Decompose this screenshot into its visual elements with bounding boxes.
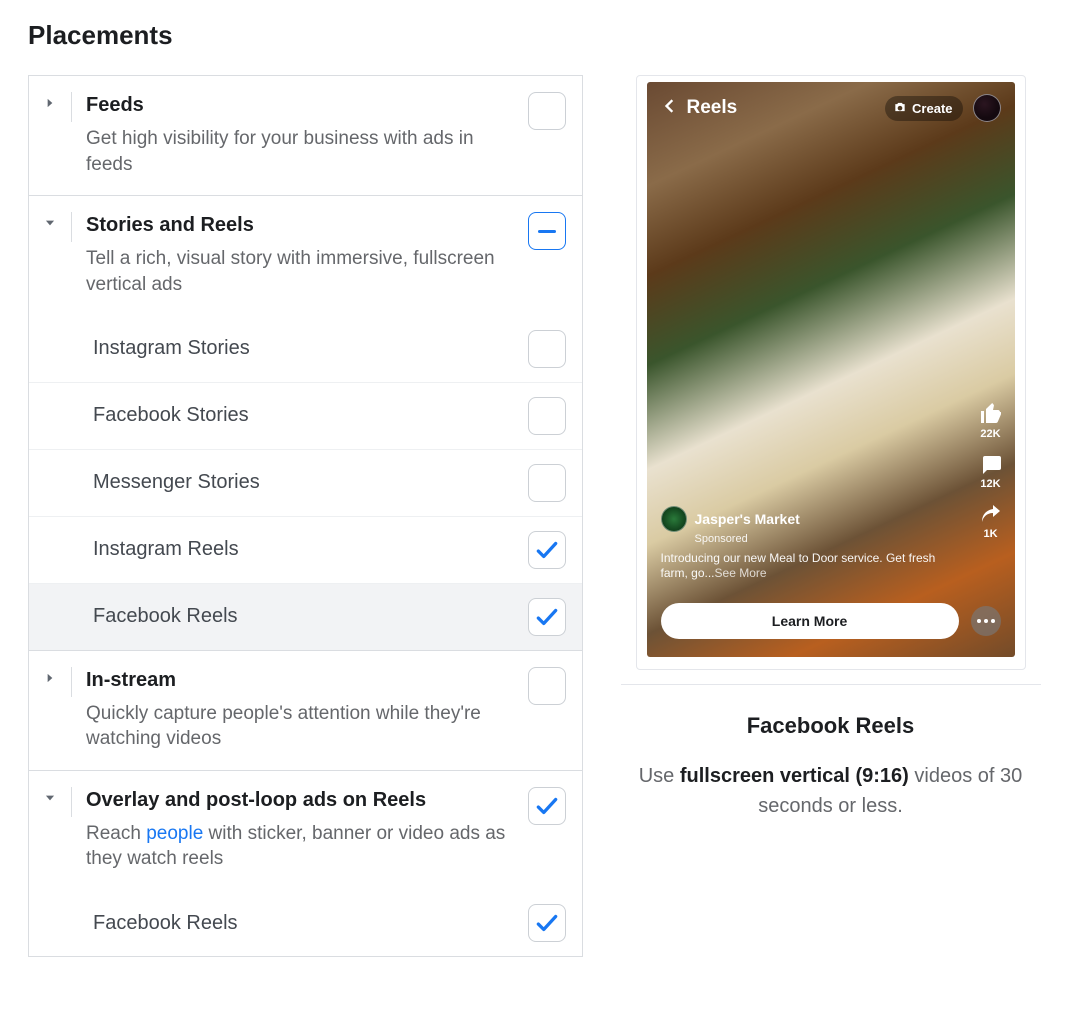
sub-item-label: Instagram Stories (93, 337, 250, 360)
brand-name: Jasper's Market (695, 511, 800, 527)
sub-item-label: Facebook Stories (93, 404, 249, 427)
sub-list: Facebook Reels (29, 890, 582, 956)
section-title: In-stream (86, 667, 520, 693)
section-title: Stories and Reels (86, 212, 520, 238)
instagram-reels-checkbox[interactable] (528, 531, 566, 569)
preview-caption: Facebook Reels Use fullscreen vertical (… (621, 684, 1041, 821)
like-button[interactable]: 22K (979, 402, 1003, 440)
section-instream: In-stream Quickly capture people's atten… (29, 651, 582, 771)
feeds-checkbox[interactable] (528, 92, 566, 130)
list-item[interactable]: Instagram Stories (29, 316, 582, 382)
create-button[interactable]: Create (885, 96, 962, 121)
preview-column: Reels Create (609, 75, 1052, 957)
section-description: Reach people with sticker, banner or vid… (86, 821, 520, 872)
back-icon[interactable] (659, 96, 679, 121)
section-title: Feeds (86, 92, 520, 118)
camera-icon (893, 100, 907, 117)
divider (71, 787, 72, 817)
overlay-checkbox[interactable] (528, 787, 566, 825)
list-item[interactable]: Messenger Stories (29, 449, 582, 516)
preview-topbar-title: Reels (687, 97, 738, 119)
share-count: 1K (983, 528, 997, 540)
see-more-link[interactable]: See More (715, 566, 767, 580)
section-description: Get high visibility for your business wi… (86, 126, 520, 177)
create-label: Create (912, 101, 952, 116)
sub-item-label: Instagram Reels (93, 538, 239, 561)
sub-item-label: Facebook Reels (93, 605, 238, 628)
share-button[interactable]: 1K (979, 502, 1003, 540)
facebook-stories-checkbox[interactable] (528, 397, 566, 435)
sponsored-label: Sponsored (695, 533, 945, 545)
chevron-right-icon[interactable] (43, 667, 71, 685)
section-title: Overlay and post-loop ads on Reels (86, 787, 520, 813)
preview-title: Facebook Reels (621, 713, 1041, 739)
ad-copy: Introducing our new Meal to Door service… (661, 551, 945, 581)
messenger-stories-checkbox[interactable] (528, 464, 566, 502)
divider (71, 92, 72, 122)
list-item[interactable]: Instagram Reels (29, 516, 582, 583)
divider (71, 667, 72, 697)
ad-meta: Jasper's Market Sponsored Introducing ou… (661, 506, 945, 581)
chevron-down-icon[interactable] (43, 787, 71, 805)
sub-item-label: Facebook Reels (93, 912, 238, 935)
section-description: Quickly capture people's attention while… (86, 701, 520, 752)
more-button[interactable] (971, 606, 1001, 636)
phone-screen: Reels Create (647, 82, 1015, 657)
divider (71, 212, 72, 242)
page-title: Placements (28, 20, 1052, 51)
comment-count: 12K (980, 478, 1000, 490)
section-overlay: Overlay and post-loop ads on Reels Reach… (29, 771, 582, 956)
reel-actions: 22K 12K 1K (979, 402, 1003, 540)
instagram-stories-checkbox[interactable] (528, 330, 566, 368)
preview-description: Use fullscreen vertical (9:16) videos of… (621, 761, 1041, 821)
chevron-down-icon[interactable] (43, 212, 71, 230)
section-stories-reels: Stories and Reels Tell a rich, visual st… (29, 196, 582, 650)
section-feeds: Feeds Get high visibility for your busin… (29, 76, 582, 196)
facebook-reels-checkbox[interactable] (528, 598, 566, 636)
list-item[interactable]: Facebook Reels (29, 583, 582, 650)
overlay-facebook-reels-checkbox[interactable] (528, 904, 566, 942)
sub-item-label: Messenger Stories (93, 471, 260, 494)
stories-reels-checkbox[interactable] (528, 212, 566, 250)
section-description: Tell a rich, visual story with immersive… (86, 246, 520, 297)
list-item[interactable]: Facebook Reels (29, 890, 582, 956)
like-count: 22K (980, 428, 1000, 440)
chevron-right-icon[interactable] (43, 92, 71, 110)
list-item[interactable]: Facebook Stories (29, 382, 582, 449)
placements-panel: Feeds Get high visibility for your busin… (28, 75, 583, 957)
phone-preview: Reels Create (636, 75, 1026, 670)
instream-checkbox[interactable] (528, 667, 566, 705)
learn-more-button[interactable]: Learn More (661, 603, 959, 639)
sub-list: Instagram Stories Facebook Stories Messe… (29, 316, 582, 650)
avatar[interactable] (973, 94, 1001, 122)
comment-button[interactable]: 12K (979, 452, 1003, 490)
people-link[interactable]: people (146, 823, 203, 844)
brand-avatar[interactable] (661, 506, 687, 532)
